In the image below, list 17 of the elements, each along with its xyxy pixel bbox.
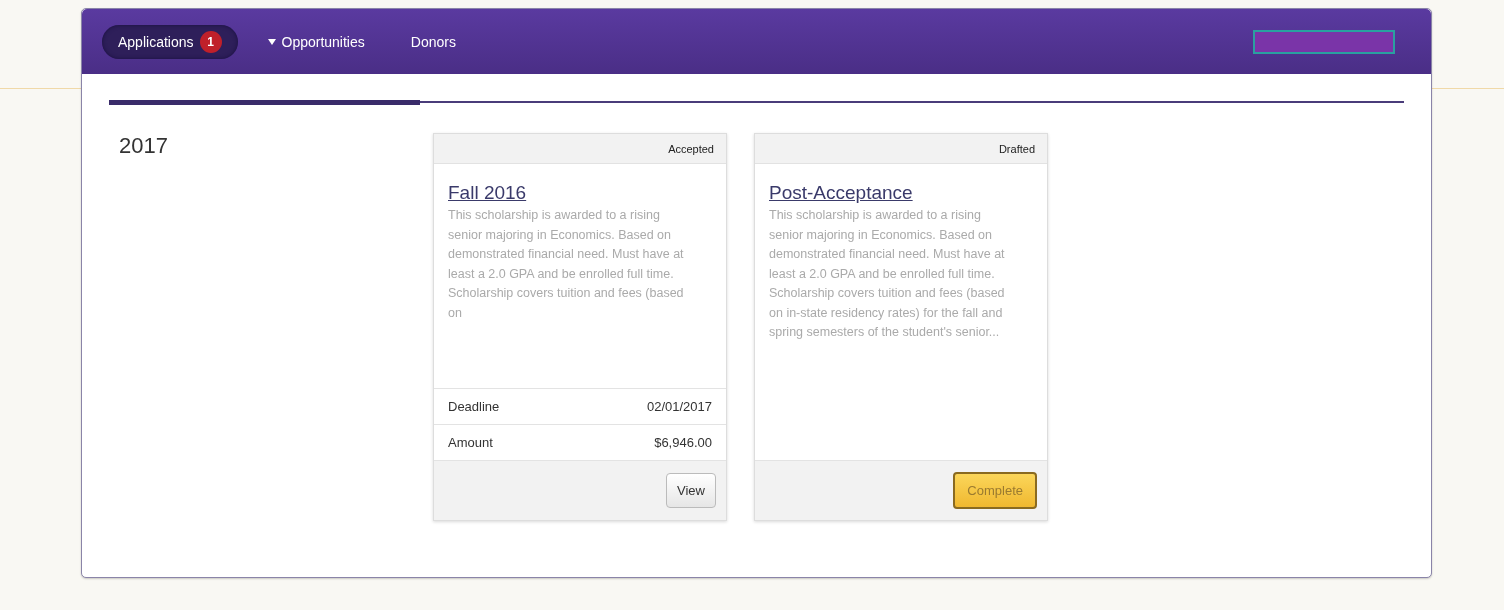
nav-tab[interactable]: Opportunities: [251, 27, 381, 56]
detail-label: Deadline: [448, 399, 500, 414]
application-title-link[interactable]: Fall 2016: [448, 182, 527, 203]
status-label: Accepted: [668, 142, 714, 155]
view-button[interactable]: View: [666, 473, 716, 508]
application-title-link[interactable]: Post-Acceptance: [769, 182, 913, 203]
nav-tab[interactable]: Applications 1: [102, 24, 238, 59]
description-text: This scholarship is awarded to a rising senior majoring in Economics. Based on demonstrated financial need. Must have at least a 2.0 GPA and be enrolled full time. Scholarship covers tuition and fees (based on in-state residency rates) for the fall and spring semesters of the student's senior...: [769, 207, 1006, 341]
count-badge: 1: [199, 30, 222, 53]
nav-tab[interactable]: Donors: [394, 27, 472, 56]
account-box[interactable]: [1253, 29, 1395, 54]
detail-value: 02/01/2017: [646, 399, 712, 414]
detail-label: Amount: [448, 435, 493, 450]
year-heading: 2017: [119, 133, 169, 160]
description-text: This scholarship is awarded to a rising senior majoring in Economics. Based on demonstrated financial need. Must have at least a 2.0 GPA and be enrolled full time. Scholarship covers tuition and fees (based on: [448, 207, 685, 322]
status-label: Drafted: [998, 142, 1035, 155]
detail-value: $6,946.00: [654, 435, 712, 450]
